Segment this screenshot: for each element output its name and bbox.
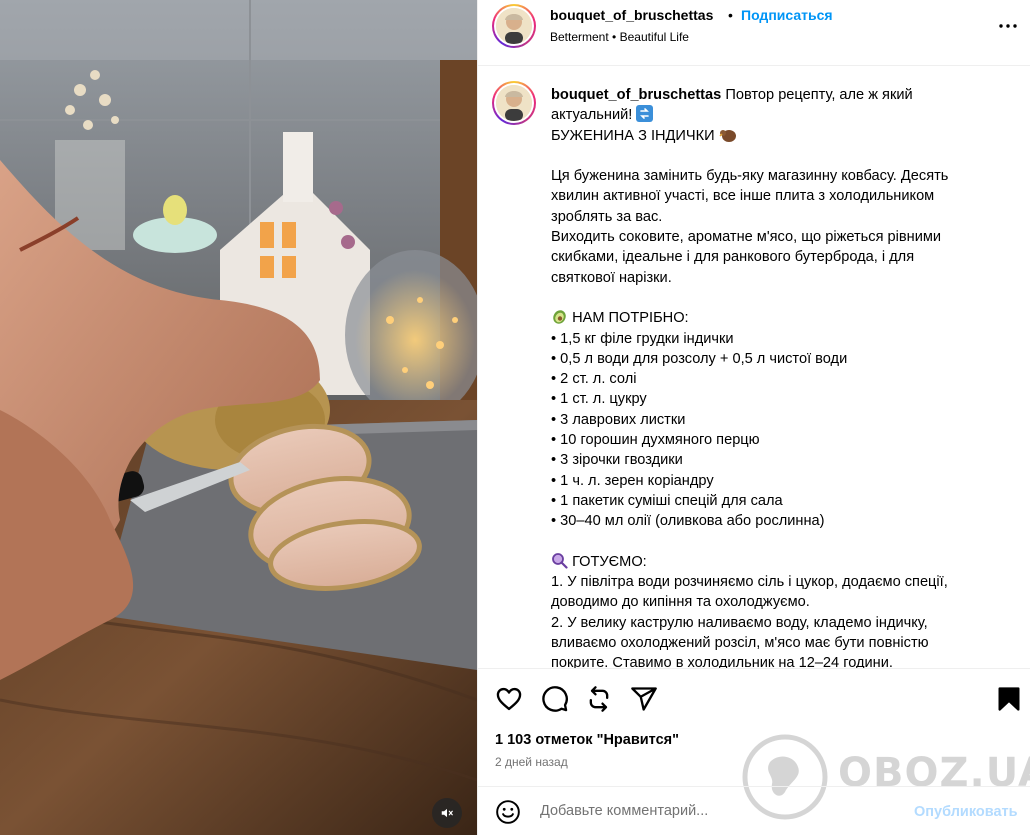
magnifier-emoji-icon (552, 552, 568, 569)
comment-button[interactable] (541, 685, 569, 713)
header-separator: • (728, 7, 733, 23)
caption-line: • 30–40 мл олії (оливкова або рослинна) (551, 513, 825, 530)
caption-line: святкової нарізки. (551, 269, 672, 286)
caption-line: • 1 ч. л. зерен коріандру (551, 472, 714, 489)
caption-line: БУЖЕНИНА З ІНДИЧКИ (551, 126, 991, 146)
avatar[interactable] (492, 4, 536, 48)
more-options-button[interactable] (996, 14, 1020, 38)
caption-line: скибками, ідеальне і для ранкового бутер… (551, 249, 915, 266)
caption-line: bouquet_of_bruschettas Повтор рецепту, а… (551, 85, 991, 105)
bookmark-icon (998, 687, 1020, 711)
save-button[interactable] (995, 685, 1023, 713)
heart-icon (496, 687, 522, 711)
caption-line: • 3 лаврових листки (551, 411, 686, 428)
caption-line: • 2 ст. л. солі (551, 371, 637, 388)
caption-line: покрите. Ставимо в холодильник на 12–24 … (551, 655, 893, 668)
more-horizontal-icon (999, 24, 1017, 28)
caption-line-text: ГОТУЄМО: (572, 553, 647, 570)
audio-separator: • (612, 30, 617, 44)
caption-line (551, 288, 991, 308)
caption-line: • 1 пакетик суміші спецій для сала (551, 492, 783, 509)
share-icon (631, 687, 657, 711)
avatar-image (496, 8, 532, 44)
audio-attribution[interactable]: Betterment • Beautiful Life (550, 30, 689, 44)
caption-line: вливаємо охолоджений розсіл, м'ясо має б… (551, 635, 929, 652)
caption-line: НАМ ПОТРІБНО: (551, 308, 991, 328)
caption-line: Виходить соковите, ароматне м'ясо, що рі… (551, 229, 942, 246)
likes-count[interactable]: 1 103 отметок "Нравится" (495, 732, 679, 748)
caption-line: • 3 зірочки гвоздики (551, 452, 683, 469)
caption-line-text: БУЖЕНИНА З ІНДИЧКИ (551, 127, 715, 144)
avatar-image (496, 85, 532, 121)
audio-artist: Betterment (550, 30, 609, 44)
caption-line: 2. У велику каструлю наливаємо воду, кла… (551, 614, 928, 631)
caption-line: • 10 горошин духмяного перцю (551, 432, 760, 449)
post-media-video[interactable] (0, 0, 477, 835)
caption-line: хвилин активної участі, все інше плита з… (551, 188, 935, 205)
caption-text: bouquet_of_bruschettas Повтор рецепту, а… (551, 85, 991, 668)
audio-track: Beautiful Life (619, 30, 689, 44)
caption-line: зроблять за вас. (551, 208, 663, 225)
repost-icon (589, 686, 609, 712)
caption-line: • 1 ст. л. цукру (551, 391, 647, 408)
turkey-emoji-icon (719, 129, 736, 142)
emoji-smile-icon (496, 800, 520, 824)
caption-username[interactable]: bouquet_of_bruschettas (551, 87, 721, 103)
caption-line: • 0,5 л води для розсолу + 0,5 л чистої … (551, 350, 848, 367)
caption-line: актуальний! (551, 105, 991, 125)
caption-avatar[interactable] (492, 81, 536, 125)
emoji-picker-button[interactable] (495, 799, 521, 825)
caption-line (551, 146, 991, 166)
caption-line-text: актуальний! (551, 107, 633, 124)
comment-bar: Опубликовать (478, 786, 1030, 835)
mute-toggle-button[interactable] (432, 798, 462, 828)
comment-input[interactable] (540, 801, 900, 821)
caption-scroll-area[interactable]: bouquet_of_bruschettas Повтор рецепту, а… (478, 67, 1030, 668)
caption-line-text: НАМ ПОТРІБНО: (572, 310, 689, 327)
caption-line: Ця буженина замінить будь-яку магазинну … (551, 168, 949, 185)
caption-line: 1. У півлітра води розчиняємо сіль і цук… (551, 574, 948, 591)
like-button[interactable] (495, 685, 523, 713)
publish-comment-button[interactable]: Опубликовать (914, 804, 1018, 820)
repeat-arrow-emoji-icon (636, 105, 654, 123)
comment-icon (542, 686, 568, 712)
post-header: bouquet_of_bruschettas • Подписаться Bet… (478, 0, 1030, 66)
follow-button[interactable]: Подписаться (741, 7, 833, 23)
avocado-emoji-icon (553, 310, 566, 325)
caption-line: доводимо до кипіння та охолоджуємо. (551, 594, 810, 611)
caption-line-text: Повтор рецепту, але ж який (725, 87, 913, 103)
instagram-post-view: bouquet_of_bruschettas • Подписаться Bet… (0, 0, 1030, 835)
caption-line: • 1,5 кг філе грудки індички (551, 330, 734, 347)
header-username[interactable]: bouquet_of_bruschettas (550, 7, 713, 23)
video-frame-image (0, 0, 477, 835)
post-details-panel: bouquet_of_bruschettas • Подписаться Bet… (477, 0, 1030, 835)
repost-button[interactable] (585, 685, 613, 713)
speaker-muted-icon (441, 808, 453, 818)
caption-line (551, 532, 991, 552)
share-button[interactable] (630, 685, 658, 713)
post-timestamp[interactable]: 2 дней назад (495, 755, 568, 769)
caption-line: ГОТУЄМО: (551, 552, 991, 572)
